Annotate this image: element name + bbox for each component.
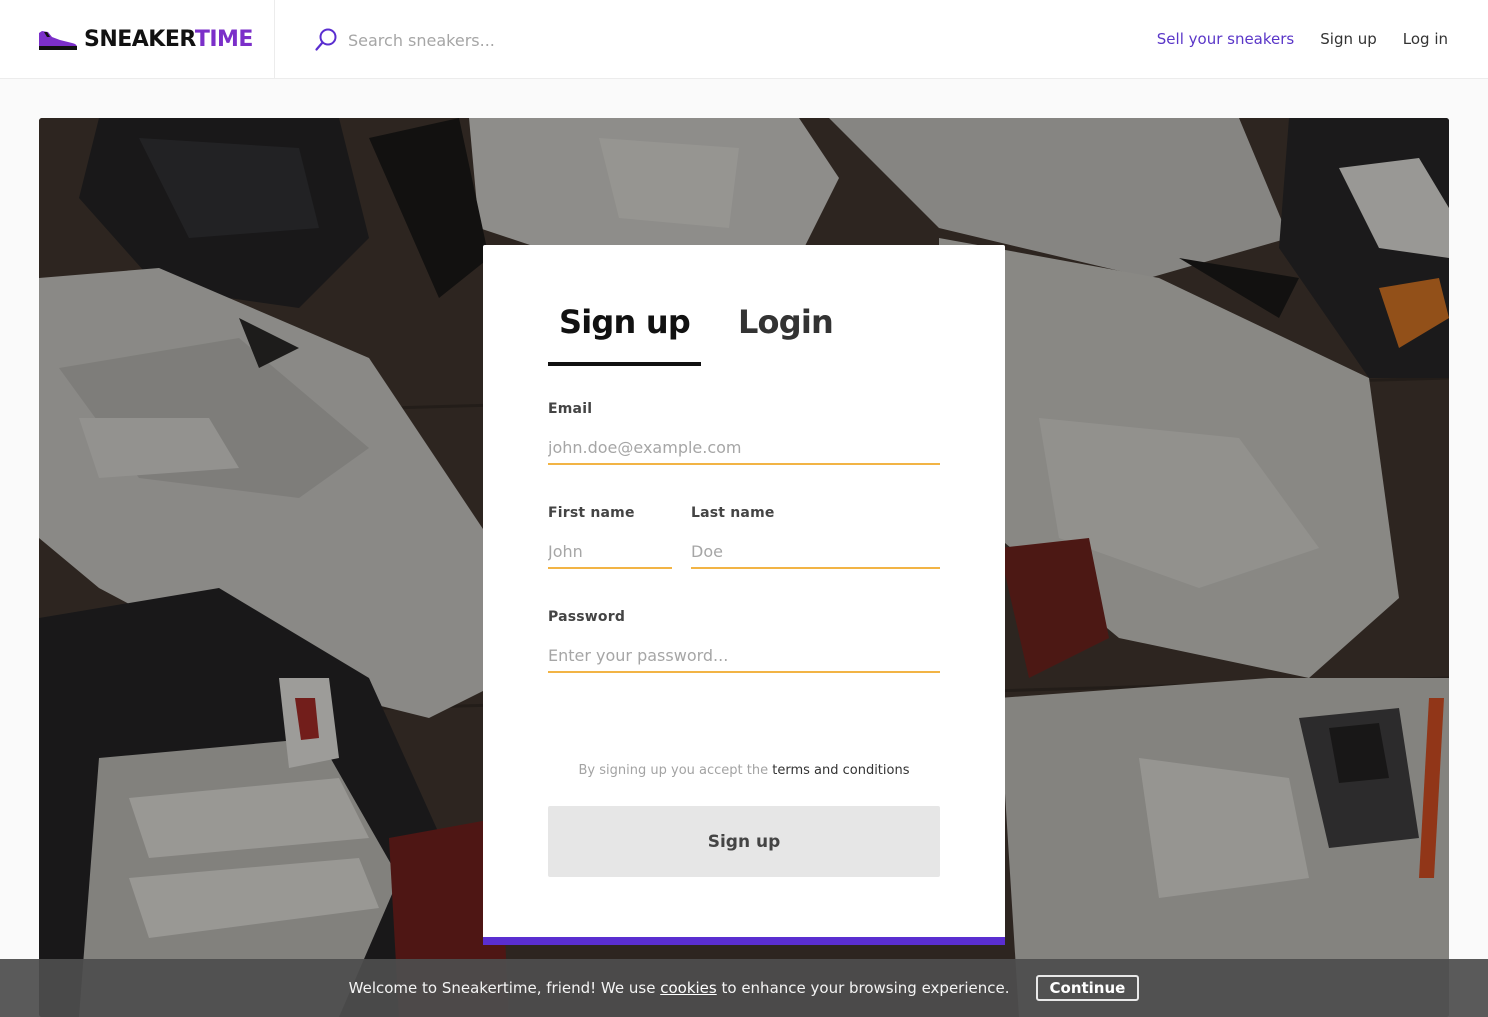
search-input[interactable] (348, 30, 848, 50)
first-name-label: First name (548, 505, 635, 521)
first-name-field[interactable] (548, 535, 672, 569)
tab-login[interactable]: Login (727, 300, 844, 366)
brand-logo[interactable]: SNEAKERTIME (38, 26, 253, 54)
last-name-label: Last name (691, 505, 775, 521)
cookies-link[interactable]: cookies (660, 979, 717, 997)
sell-sneakers-link[interactable]: Sell your sneakers (1157, 28, 1294, 50)
brand-name: SNEAKERTIME (84, 27, 253, 52)
top-header: SNEAKERTIME Sell your sneakers Sign up L… (0, 0, 1488, 79)
tab-signup[interactable]: Sign up (548, 300, 701, 366)
cookie-text-prefix: Welcome to Sneakertime, friend! We use (348, 979, 656, 997)
cookie-message: Welcome to Sneakertime, friend! We use c… (349, 979, 1010, 997)
last-name-field[interactable] (691, 535, 940, 569)
header-divider (274, 0, 275, 79)
signup-link[interactable]: Sign up (1320, 28, 1377, 50)
password-label: Password (548, 609, 626, 625)
terms-prefix: By signing up you accept the (578, 763, 769, 778)
auth-tabs: Sign up Login (548, 300, 870, 366)
cookie-continue-button[interactable]: Continue (1035, 975, 1140, 1001)
email-field[interactable] (548, 431, 940, 465)
email-label: Email (548, 401, 593, 417)
login-link[interactable]: Log in (1403, 28, 1448, 50)
terms-link[interactable]: terms and conditions (772, 763, 909, 778)
card-accent-bar (483, 937, 1005, 945)
search-icon[interactable] (314, 27, 338, 53)
sneaker-icon (39, 31, 77, 50)
signup-submit-button[interactable]: Sign up (548, 806, 940, 877)
cookie-banner: Welcome to Sneakertime, friend! We use c… (0, 959, 1488, 1017)
password-field[interactable] (548, 639, 940, 673)
search-bar (314, 26, 914, 54)
cookie-text-suffix: to enhance your browsing experience. (721, 979, 1010, 997)
terms-notice: By signing up you accept the terms and c… (483, 763, 1005, 778)
header-nav: Sell your sneakers Sign up Log in (1157, 28, 1448, 50)
signup-card: Sign up Login Email First name Last name… (483, 245, 1005, 945)
